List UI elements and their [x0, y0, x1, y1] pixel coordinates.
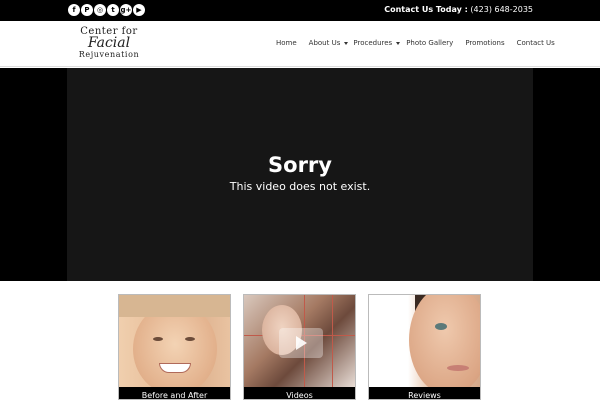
site-logo[interactable]: Center for Facial Rejuvenation — [72, 27, 146, 63]
nav-about-us-label: About Us — [308, 39, 341, 47]
reviews-image — [369, 295, 480, 395]
nav-about-us[interactable]: About Us — [309, 39, 349, 47]
nav-procedures-label: Procedures — [353, 39, 393, 47]
nav-promotions-label: Promotions — [465, 39, 505, 47]
video-error-message: This video does not exist. — [229, 180, 371, 193]
video-error-title: Sorry — [268, 153, 332, 177]
before-and-after-image — [119, 295, 230, 395]
nav-contact-us-label: Contact Us — [516, 39, 555, 47]
logo-line-3: Rejuvenation — [78, 50, 140, 59]
card-before-and-after[interactable]: Before and After — [118, 294, 231, 400]
main-nav: Home About Us Procedures Photo Gallery P… — [276, 39, 555, 47]
twitter-icon[interactable]: t — [107, 4, 119, 16]
phone-link[interactable]: (423) 648-2035 — [470, 5, 533, 14]
nav-home-label: Home — [276, 39, 297, 47]
site-header: Center for Facial Rejuvenation Home Abou… — [0, 21, 600, 67]
social-links: f P ◎ t g+ ▶ — [68, 4, 145, 16]
card-label: Before and After — [119, 387, 230, 399]
contact-info: Contact Us Today : (423) 648-2035 — [384, 4, 533, 16]
card-label: Reviews — [369, 387, 480, 399]
nav-photo-gallery[interactable]: Photo Gallery — [406, 39, 453, 47]
google-plus-icon[interactable]: g+ — [120, 4, 132, 16]
play-button[interactable] — [279, 328, 323, 358]
top-bar: f P ◎ t g+ ▶ Contact Us Today : (423) 64… — [0, 0, 600, 21]
instagram-icon[interactable]: ◎ — [94, 4, 106, 16]
videos-image — [244, 295, 355, 387]
nav-contact-us[interactable]: Contact Us — [517, 39, 555, 47]
youtube-icon[interactable]: ▶ — [133, 4, 145, 16]
video-section: Sorry This video does not exist. — [0, 68, 600, 281]
chevron-down-icon — [344, 41, 349, 45]
card-reviews[interactable]: Reviews — [368, 294, 481, 400]
logo-line-2: Facial — [87, 35, 131, 51]
chevron-down-icon — [396, 41, 401, 45]
nav-promotions[interactable]: Promotions — [465, 39, 504, 47]
nav-home[interactable]: Home — [276, 39, 297, 47]
nav-photo-gallery-label: Photo Gallery — [406, 39, 454, 47]
play-icon — [296, 336, 307, 350]
contact-label: Contact Us Today : — [384, 5, 468, 14]
card-videos[interactable]: Videos — [243, 294, 356, 400]
facebook-icon[interactable]: f — [68, 4, 80, 16]
nav-procedures[interactable]: Procedures — [353, 39, 401, 47]
card-label: Videos — [244, 387, 355, 399]
pinterest-icon[interactable]: P — [81, 4, 93, 16]
video-player[interactable]: Sorry This video does not exist. — [67, 68, 533, 281]
